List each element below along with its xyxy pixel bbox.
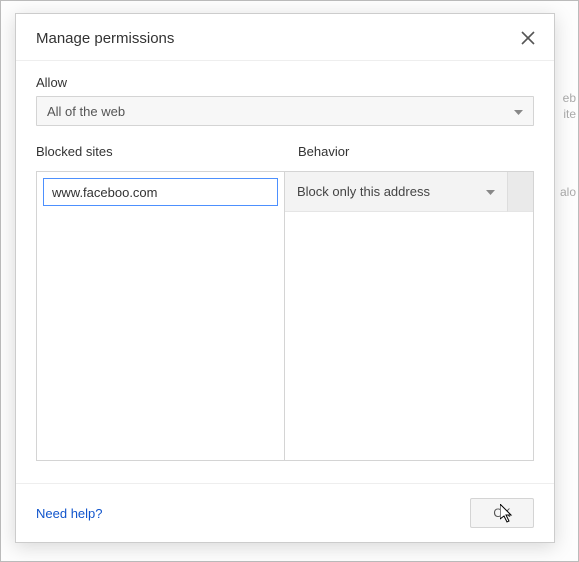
bg-fragment: ite bbox=[563, 107, 576, 121]
bg-fragment: alo bbox=[560, 185, 576, 199]
blocked-sites-label: Blocked sites bbox=[36, 144, 284, 159]
behavior-select-value: Block only this address bbox=[297, 184, 430, 199]
behavior-select[interactable]: Block only this address bbox=[285, 172, 507, 212]
close-button[interactable] bbox=[518, 28, 538, 48]
dialog-title: Manage permissions bbox=[36, 30, 174, 47]
blocked-sites-pane bbox=[37, 172, 285, 460]
row-action-cell[interactable] bbox=[507, 172, 533, 212]
permissions-dialog: Manage permissions Allow All of the web … bbox=[15, 13, 555, 543]
behavior-pane: Block only this address bbox=[285, 172, 533, 460]
chevron-down-icon bbox=[514, 104, 523, 119]
chevron-down-icon bbox=[486, 184, 495, 199]
blocked-site-input[interactable] bbox=[43, 178, 278, 206]
ok-button-label: OK bbox=[493, 506, 510, 520]
dialog-header: Manage permissions bbox=[16, 14, 554, 61]
close-icon bbox=[521, 31, 535, 45]
bg-fragment: eb bbox=[563, 91, 576, 105]
ok-button[interactable]: OK bbox=[470, 498, 534, 528]
help-link[interactable]: Need help? bbox=[36, 506, 103, 521]
behavior-label: Behavior bbox=[298, 144, 534, 159]
allow-select[interactable]: All of the web bbox=[36, 96, 534, 126]
blocked-sites-list: Block only this address bbox=[36, 171, 534, 461]
allow-select-value: All of the web bbox=[47, 104, 125, 119]
dialog-footer: Need help? OK bbox=[16, 483, 554, 542]
allow-label: Allow bbox=[36, 75, 534, 90]
